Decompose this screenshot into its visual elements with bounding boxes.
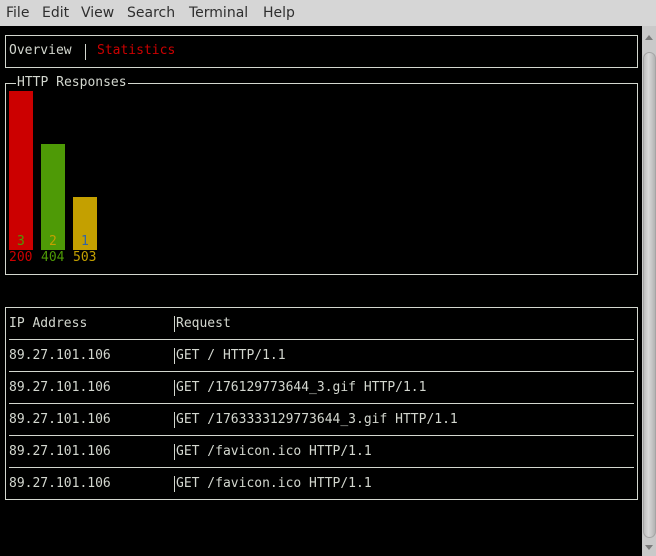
column-separator [174,380,175,396]
request-cell: GET / HTTP/1.1 [176,348,286,363]
column-header-request: Request [176,316,231,331]
bar-category-label: 404 [41,250,65,265]
chart-title: HTTP Responses [16,75,128,91]
ip-address-cell: 89.27.101.106 [9,444,111,459]
menubar: File Edit View Search Terminal Help [0,0,656,26]
column-separator [174,348,175,364]
menu-search[interactable]: Search [127,5,175,21]
table-row[interactable]: 89.27.101.106 GET / HTTP/1.1 [6,348,637,364]
menu-help[interactable]: Help [263,5,295,21]
vertical-scrollbar[interactable] [642,26,656,556]
bar-value-label: 2 [49,234,57,249]
tab-overview[interactable]: Overview [9,43,72,59]
request-cell: GET /176129773644_3.gif HTTP/1.1 [176,380,427,395]
bar-category-label: 503 [73,250,97,265]
row-divider [9,467,634,468]
bar-value-label: 1 [81,234,89,249]
bar-value-label: 3 [17,234,25,249]
menu-view[interactable]: View [81,5,114,21]
request-cell: GET /1763333129773644_3.gif HTTP/1.1 [176,412,458,427]
request-cell: GET /favicon.ico HTTP/1.1 [176,476,372,491]
row-divider [9,339,634,340]
ip-address-cell: 89.27.101.106 [9,380,111,395]
bar-category-label: 200 [9,250,33,265]
row-divider [9,371,634,372]
tab-statistics[interactable]: Statistics [97,43,175,59]
request-cell: GET /favicon.ico HTTP/1.1 [176,444,372,459]
column-separator [174,476,175,492]
scroll-up-arrow-icon[interactable] [645,35,653,40]
table-row[interactable]: 89.27.101.106 GET /favicon.ico HTTP/1.1 [6,476,637,492]
column-separator [174,412,175,428]
ip-address-cell: 89.27.101.106 [9,476,111,491]
tab-separator [85,44,86,60]
column-header-ip: IP Address [9,316,88,331]
requests-table: IP Address Request 89.27.101.106 GET / HT… [5,307,638,500]
scroll-down-arrow-icon[interactable] [645,545,653,550]
http-responses-chart: HTTP Responses 3 200 2 404 1 503 [5,75,638,275]
table-row[interactable]: 89.27.101.106 GET /favicon.ico HTTP/1.1 [6,444,637,460]
row-divider [9,435,634,436]
table-row[interactable]: 89.27.101.106 GET /1763333129773644_3.gif… [6,412,637,428]
menu-file[interactable]: File [6,5,29,21]
table-row[interactable]: 89.27.101.106 GET /176129773644_3.gif HTT… [6,380,637,396]
menu-edit[interactable]: Edit [42,5,69,21]
row-divider [9,403,634,404]
tab-bar: Overview Statistics [5,35,638,68]
column-separator [174,316,175,332]
terminal-area[interactable]: Overview Statistics HTTP Responses 3 200 2… [0,26,642,556]
ip-address-cell: 89.27.101.106 [9,412,111,427]
menu-terminal[interactable]: Terminal [189,5,248,21]
column-separator [174,444,175,460]
ip-address-cell: 89.27.101.106 [9,348,111,363]
bar-200 [9,91,33,250]
scrollbar-thumb[interactable] [643,52,656,538]
